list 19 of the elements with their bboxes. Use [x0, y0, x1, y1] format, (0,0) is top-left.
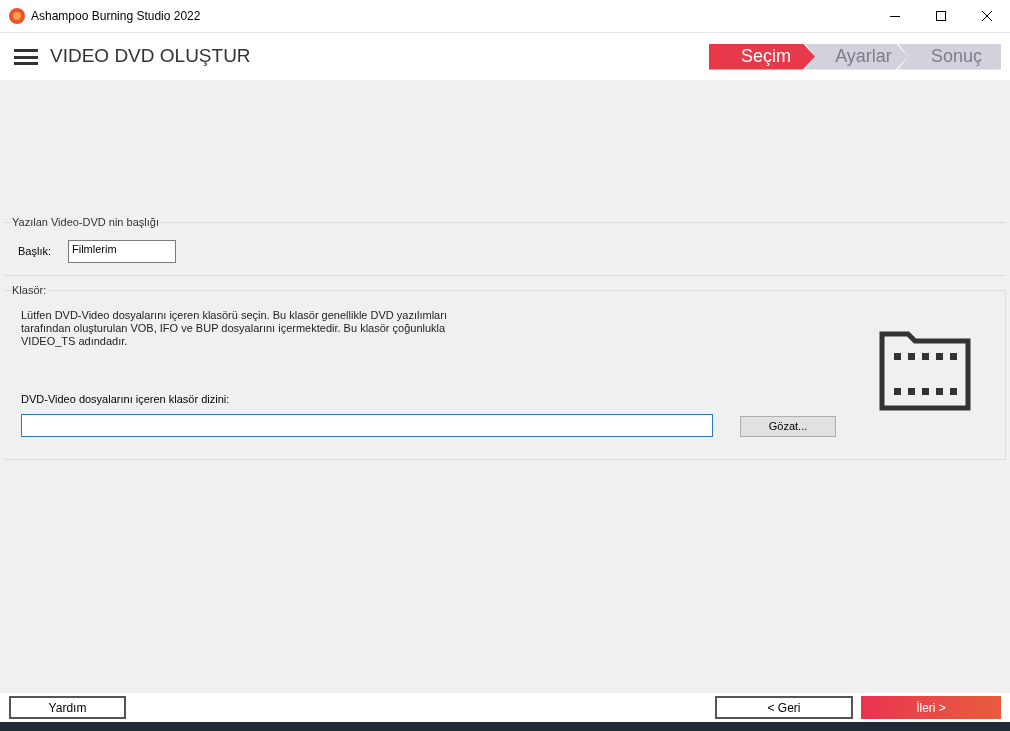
folder-description: Lütfen DVD-Video dosyalarını içeren klasörü seçin. Bu klasör genellikle DVD yazılımları tarafından oluşturulan VOB, IFO ve BUP dosyalarını içermektedir. Bu klasör çoğunlukla VIDEO_TS adındadır. [21, 309, 448, 348]
field-label: Başlık: [18, 244, 52, 260]
menu-icon [14, 48, 38, 65]
minimize-icon [890, 15, 900, 17]
film-folder-icon [879, 331, 971, 411]
maximize-icon [936, 11, 946, 21]
step-tab[interactable]: Seçim [709, 43, 815, 70]
close-icon [982, 11, 992, 21]
help-button[interactable]: Yardım [9, 696, 126, 719]
next-button[interactable]: İleri > [861, 696, 1001, 719]
folder-path-input[interactable] [21, 414, 713, 437]
app-logo-icon [9, 8, 25, 24]
title-input[interactable]: Filmlerim [68, 240, 176, 263]
back-button[interactable]: < Geri [715, 696, 853, 719]
field-label: DVD-Video dosyalarını içeren klasör dizini: [21, 392, 230, 407]
browse-button[interactable]: Gözat... [740, 416, 836, 437]
menu-button[interactable] [14, 46, 38, 67]
window-title: Ashampoo Burning Studio 2022 [31, 8, 201, 25]
page-title: VIDEO DVD OLUŞTUR [50, 44, 251, 69]
